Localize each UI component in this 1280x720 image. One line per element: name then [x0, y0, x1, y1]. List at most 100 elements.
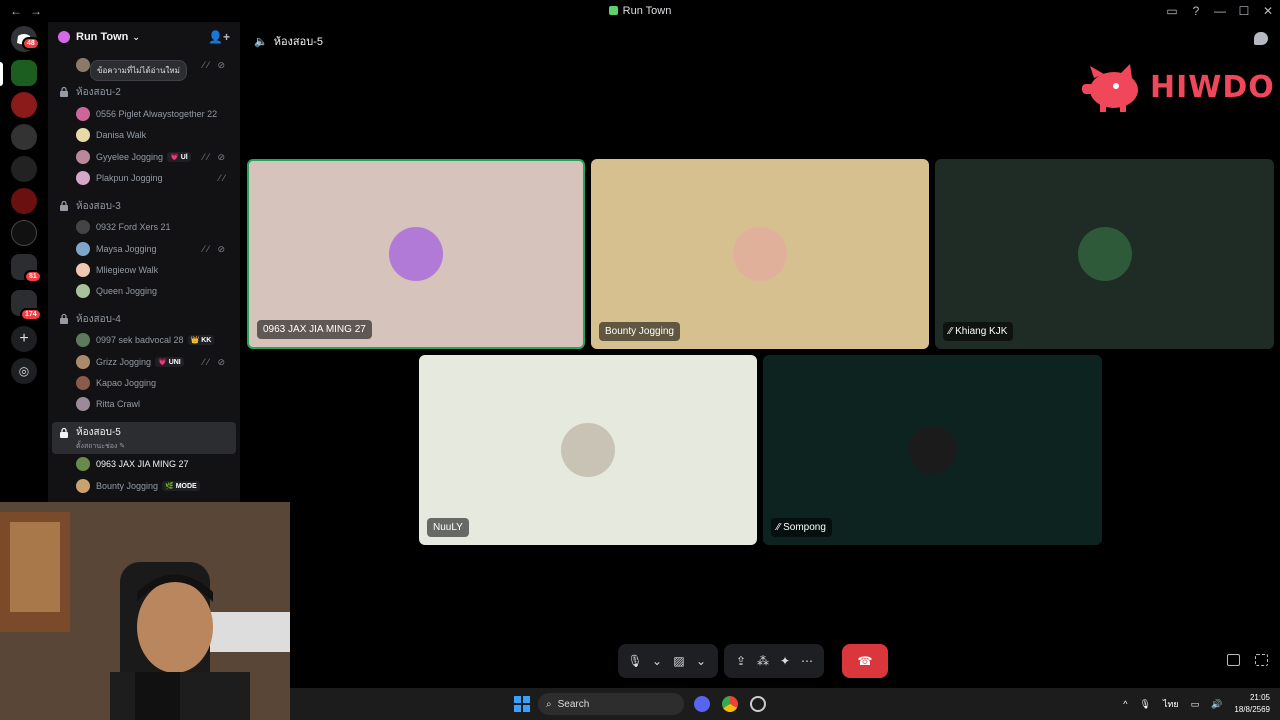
microphone-icon[interactable]: 🎙: [624, 654, 646, 668]
avatar: [76, 150, 90, 164]
language-indicator[interactable]: ไทย: [1163, 697, 1179, 711]
channel-status[interactable]: ตั้งสถานะช่อง ✎: [76, 441, 125, 452]
mic-group: 🎙 ⌄ ▨ ⌄: [618, 644, 718, 678]
disconnect-button[interactable]: ☎: [842, 644, 888, 678]
taskbar-search[interactable]: ⌕ Search: [538, 693, 684, 715]
fullscreen-icon[interactable]: [1255, 654, 1268, 666]
user-tag: 💗 Ul: [167, 152, 191, 162]
user-item[interactable]: 0556 Piglet Alwaystogether 22: [76, 104, 236, 124]
tray-overflow-icon[interactable]: ^: [1123, 699, 1127, 709]
server-2[interactable]: [11, 92, 37, 118]
system-tray: ^ 🎙 ไทย ▭ 🔊 21:05 18/8/2569: [1111, 692, 1270, 716]
soundboard-icon[interactable]: ✦: [774, 654, 796, 668]
user-name: Bounty Jogging: [96, 481, 159, 491]
app-icon: [608, 6, 618, 15]
chrome-taskbar-icon[interactable]: [722, 696, 738, 712]
dm-badge: 48: [22, 37, 40, 50]
volume-icon[interactable]: 🔊: [1211, 699, 1222, 710]
search-placeholder: Search: [557, 698, 590, 710]
server-4[interactable]: [11, 156, 37, 182]
lock-icon: [60, 86, 68, 97]
help-icon[interactable]: ?: [1184, 4, 1208, 18]
taskbar: ⌕ Search ^ 🎙 ไทย ▭ 🔊 21:05 18/8/2569: [290, 688, 1280, 720]
voice-channel-4[interactable]: ห้องสอบ-4: [52, 311, 236, 327]
camera-off-icon[interactable]: ▨: [668, 654, 690, 668]
avatar: [76, 263, 90, 277]
network-icon[interactable]: ▭: [1191, 699, 1200, 710]
muted-icon: ⁄⁄ ⊘: [202, 243, 228, 254]
user-item[interactable]: Bounty Jogging 🌿 MODE: [76, 476, 236, 496]
voice-channel-5-selected[interactable]: ห้องสอบ-5 ตั้งสถานะช่อง ✎: [52, 422, 236, 454]
user-item[interactable]: Mliegieow Walk: [76, 260, 236, 280]
user-name: Gyyelee Jogging: [96, 152, 164, 162]
user-item[interactable]: Grizz Jogging 💗 UNI ⁄⁄ ⊘: [76, 352, 236, 372]
add-server-icon[interactable]: +: [11, 326, 37, 352]
channel-sidebar: Run Town ⌄ 👤+ ⁄⁄ ⊘ ข้อความที่ไม่ได้อ่านใ…: [48, 22, 240, 502]
user-item[interactable]: Ritta Crawl: [76, 394, 236, 414]
video-tile[interactable]: ⁄⁄ Sompong: [763, 355, 1102, 545]
more-icon[interactable]: ⋯: [796, 654, 818, 668]
chat-icon[interactable]: [1254, 32, 1268, 45]
user-item[interactable]: Danisa Walk: [76, 125, 236, 145]
server-6[interactable]: [11, 220, 37, 246]
minimize-button[interactable]: —: [1208, 4, 1232, 18]
add-user-icon[interactable]: 👤+: [208, 30, 230, 44]
clock[interactable]: 21:05 18/8/2569: [1234, 692, 1270, 716]
app-taskbar-icon[interactable]: [750, 696, 766, 712]
channel-name: ห้องสอบ-2: [76, 86, 121, 98]
avatar: [76, 355, 90, 369]
guild-header[interactable]: Run Town ⌄ 👤+: [48, 22, 240, 52]
user-item[interactable]: 0997 sek badvocal 28 👑 KK: [76, 330, 236, 350]
user-name: Kapao Jogging: [96, 378, 157, 388]
maximize-button[interactable]: ☐: [1232, 4, 1256, 18]
windows-start-icon[interactable]: [514, 696, 530, 712]
call-controls: 🎙 ⌄ ▨ ⌄ ⇪ ⁂ ✦ ⋯ ☎: [618, 644, 888, 678]
muted-icon: ⁄⁄ ⊘: [202, 59, 228, 70]
server-run-town[interactable]: [11, 60, 37, 86]
brand-wordmark: HIWDO: [1150, 69, 1275, 105]
chevron-down-icon[interactable]: ⌄: [690, 654, 712, 668]
inbox-icon[interactable]: ▭: [1160, 4, 1184, 18]
server-3[interactable]: [11, 124, 37, 150]
user-item[interactable]: Kapao Jogging: [76, 373, 236, 393]
mic-tray-icon[interactable]: 🎙: [1140, 699, 1151, 710]
participant-name: ⁄⁄ Sompong: [771, 518, 832, 537]
lock-icon: [60, 200, 68, 211]
user-tag: 🌿 MODE: [162, 481, 200, 491]
user-item[interactable]: Gyyelee Jogging 💗 Ul ⁄⁄ ⊘: [76, 147, 236, 167]
unread-tooltip[interactable]: ข้อความที่ไม่ได้อ่านใหม่: [90, 60, 187, 81]
video-tile[interactable]: ⁄⁄ Khiang KJK: [935, 159, 1274, 349]
popout-icon[interactable]: [1227, 654, 1240, 666]
chevron-down-icon[interactable]: ⌄: [646, 654, 668, 668]
avatar: [76, 284, 90, 298]
selected-indicator: [0, 62, 3, 86]
chevron-down-icon: ⌄: [132, 31, 140, 42]
activity-icon[interactable]: ⁂: [752, 654, 774, 668]
user-name: 0963 JAX JIA MING 27: [96, 459, 189, 469]
discord-taskbar-icon[interactable]: [694, 696, 710, 712]
user-item[interactable]: 0932 Ford Xers 21: [76, 217, 236, 237]
voice-channel-2[interactable]: ห้องสอบ-2: [52, 84, 236, 100]
user-item[interactable]: 0963 JAX JIA MING 27: [76, 454, 236, 474]
folder-badge-1: 81: [24, 270, 42, 283]
voice-channel-3[interactable]: ห้องสอบ-3: [52, 198, 236, 214]
user-item[interactable]: Plakpun Jogging ⁄⁄: [76, 168, 236, 188]
clock-time: 21:05: [1249, 693, 1270, 702]
clock-date: 18/8/2569: [1234, 705, 1270, 714]
participant-avatar: [908, 426, 957, 474]
screen-share-icon[interactable]: ⇪: [730, 654, 752, 668]
channel-name: ห้องสอบ-4: [76, 313, 121, 325]
user-item[interactable]: Maysa Jogging ⁄⁄ ⊘: [76, 239, 236, 259]
user-name: Danisa Walk: [96, 130, 147, 140]
server-5[interactable]: [11, 188, 37, 214]
video-tile[interactable]: NuuLY: [419, 355, 757, 545]
user-tag: 👑 KK: [187, 335, 215, 345]
avatar: [76, 242, 90, 256]
discover-icon[interactable]: ◎: [11, 358, 37, 384]
user-name: Maysa Jogging: [96, 244, 157, 254]
user-item[interactable]: Queen Jogging: [76, 281, 236, 301]
video-tile[interactable]: Bounty Jogging: [591, 159, 929, 349]
title-bar: ←→ Run Town ▭ ? — ☐ ✕: [0, 0, 1280, 22]
close-button[interactable]: ✕: [1256, 4, 1280, 18]
video-tile[interactable]: 0963 JAX JIA MING 27: [247, 159, 585, 349]
